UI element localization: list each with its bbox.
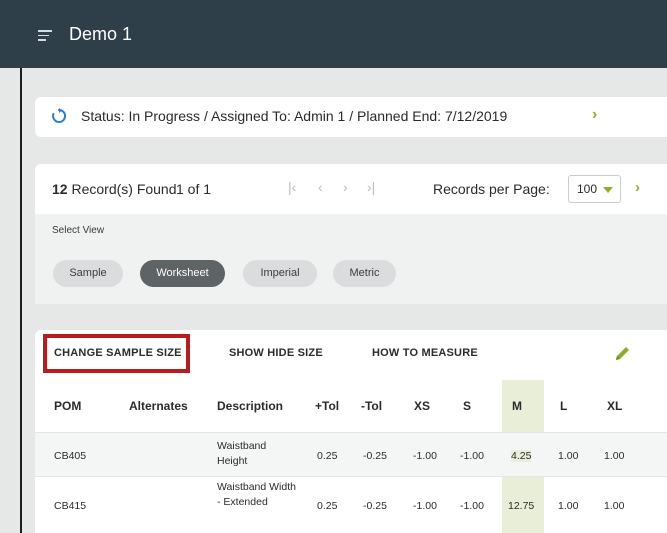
cell-l: 1.00 xyxy=(558,450,579,462)
cell-s: -1.00 xyxy=(460,500,484,512)
records-panel: 12 Record(s) Found 1 of 1 |‹ ‹ › ›| Reco… xyxy=(35,164,667,304)
records-per-page-select[interactable]: 100 xyxy=(568,175,621,203)
status-text: Status: In Progress / Assigned To: Admin… xyxy=(81,108,508,124)
page-indicator: 1 of 1 xyxy=(176,181,212,197)
status-chevron-icon[interactable]: › xyxy=(592,106,597,124)
cell-minus-tol: -0.25 xyxy=(363,500,387,512)
next-page-button[interactable]: › xyxy=(343,179,348,195)
how-to-measure-button[interactable]: HOW TO MEASURE xyxy=(372,347,478,359)
cell-pom: CB415 xyxy=(54,500,87,512)
record-count: 12 Record(s) Found xyxy=(52,181,177,197)
column-header-xs[interactable]: XS xyxy=(414,399,430,413)
pager-next-icon[interactable]: › xyxy=(635,179,640,196)
view-chip-worksheet[interactable]: Worksheet xyxy=(140,260,225,287)
cell-pom: CB405 xyxy=(54,450,87,462)
app-header: Demo 1 xyxy=(0,0,667,68)
column-header-pom[interactable]: POM xyxy=(54,399,81,413)
column-header-plus-tol[interactable]: +Tol xyxy=(315,399,339,413)
column-header-l[interactable]: L xyxy=(560,399,567,413)
cell-l: 1.00 xyxy=(558,500,579,512)
cell-m: 12.75 xyxy=(508,500,535,512)
cell-xl: 1.00 xyxy=(604,500,625,512)
show-hide-size-button[interactable]: SHOW HIDE SIZE xyxy=(229,347,323,359)
cell-plus-tol: 0.25 xyxy=(317,500,338,512)
pager: 12 Record(s) Found 1 of 1 |‹ ‹ › ›| Reco… xyxy=(35,164,667,214)
cell-plus-tol: 0.25 xyxy=(317,450,338,462)
cell-description: Waistband Height xyxy=(217,440,267,467)
sync-icon xyxy=(52,108,67,123)
records-per-page-label: Records per Page: xyxy=(433,181,550,197)
view-chip-metric[interactable]: Metric xyxy=(333,260,396,287)
dropdown-arrow-icon xyxy=(603,187,613,193)
column-header-description[interactable]: Description xyxy=(217,399,283,413)
last-page-button[interactable]: ›| xyxy=(367,179,375,195)
cell-xs: -1.00 xyxy=(413,450,437,462)
column-header-alternates[interactable]: Alternates xyxy=(129,399,188,413)
table-row[interactable]: CB405 Waistband Height 0.25 -0.25 -1.00 … xyxy=(35,432,667,476)
view-chip-sample[interactable]: Sample xyxy=(53,260,123,287)
table-row[interactable]: CB415 Waistband Width - Extended 0.25 -0… xyxy=(35,476,667,533)
view-chip-imperial[interactable]: Imperial xyxy=(243,260,317,287)
cell-minus-tol: -0.25 xyxy=(363,450,387,462)
prev-page-button[interactable]: ‹ xyxy=(318,179,323,195)
first-page-button[interactable]: |‹ xyxy=(288,179,296,195)
column-header-s[interactable]: S xyxy=(463,399,471,413)
window-edge xyxy=(20,68,22,533)
pencil-icon[interactable] xyxy=(613,343,633,363)
view-selector: Select View Sample Worksheet Imperial Me… xyxy=(35,214,667,304)
measurements-card: CHANGE SAMPLE SIZE SHOW HIDE SIZE HOW TO… xyxy=(35,330,667,533)
page-title: Demo 1 xyxy=(69,24,133,44)
column-header-m[interactable]: M xyxy=(512,399,522,413)
menu-icon[interactable] xyxy=(38,30,52,42)
cell-xl: 1.00 xyxy=(604,450,625,462)
select-view-label: Select View xyxy=(52,225,105,236)
records-per-page-value: 100 xyxy=(577,182,598,196)
cell-description: Waistband Width - Extended xyxy=(217,481,296,508)
column-header-minus-tol[interactable]: -Tol xyxy=(361,399,382,413)
table-header: POM Alternates Description +Tol -Tol XS … xyxy=(35,380,667,430)
change-sample-size-button[interactable]: CHANGE SAMPLE SIZE xyxy=(54,347,182,359)
cell-xs: -1.00 xyxy=(413,500,437,512)
cell-s: -1.00 xyxy=(460,450,484,462)
status-bar[interactable]: Status: In Progress / Assigned To: Admin… xyxy=(35,97,667,137)
cell-m: 4.25 xyxy=(511,450,532,462)
table-toolbar: CHANGE SAMPLE SIZE SHOW HIDE SIZE HOW TO… xyxy=(35,330,667,374)
column-header-xl[interactable]: XL xyxy=(607,399,622,413)
